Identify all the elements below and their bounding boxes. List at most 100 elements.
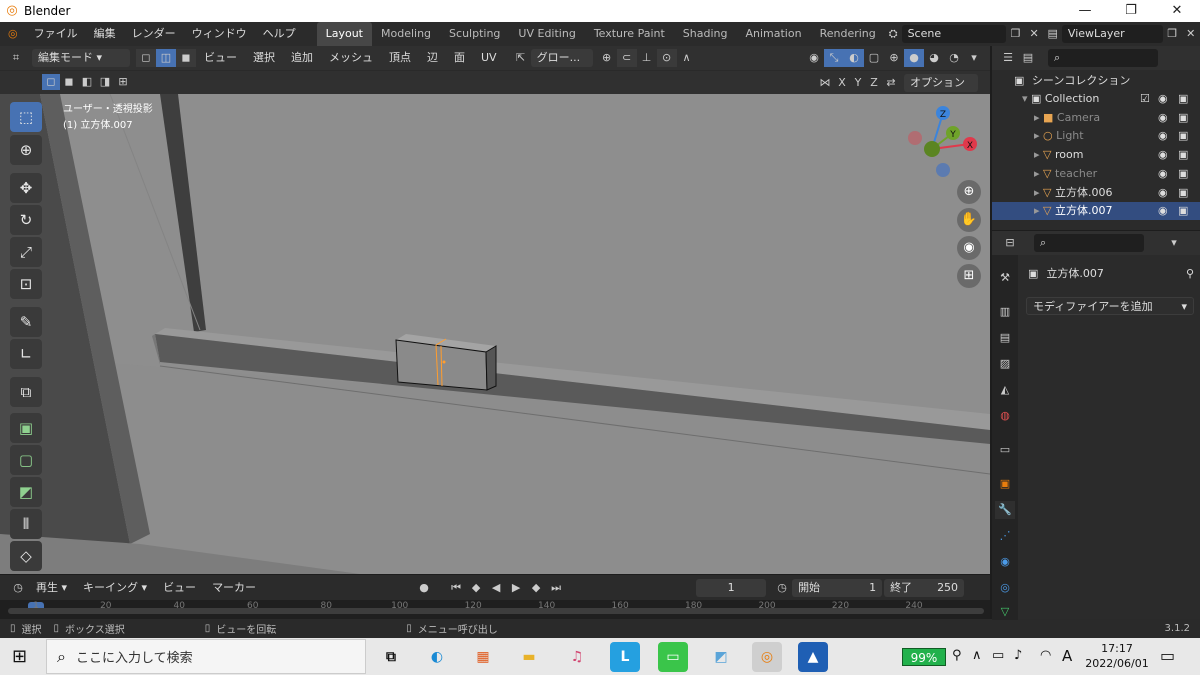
pin-icon[interactable]: ⚲: [1186, 267, 1194, 280]
data-tab-icon[interactable]: ▽: [995, 603, 1015, 621]
jump-start-icon[interactable]: ⏮: [446, 579, 466, 597]
auto-merge-icon[interactable]: ⇄: [882, 74, 900, 92]
expand-chevron-icon[interactable]: ▸: [1034, 167, 1043, 180]
modifier-tab-icon[interactable]: 🔧: [995, 501, 1015, 519]
tab-layout[interactable]: Layout: [316, 22, 372, 46]
restore-button[interactable]: ❐: [1108, 0, 1154, 22]
start-frame-field[interactable]: 開始 1: [792, 578, 883, 597]
tray-battery-icon[interactable]: ▭: [992, 648, 1004, 663]
render-tab-icon[interactable]: ▥: [995, 303, 1015, 321]
menu-view[interactable]: ビュー: [196, 46, 245, 70]
face-select-icon[interactable]: ◼: [176, 49, 196, 67]
close-window-button[interactable]: ✕: [1154, 0, 1200, 22]
object-tab-icon[interactable]: ▣: [995, 475, 1015, 493]
outliner-row[interactable]: ▸ ▽ teacher ◉ ▣: [992, 165, 1200, 183]
snap-target-icon[interactable]: ⊥: [637, 49, 657, 67]
move-tool-icon[interactable]: ✥: [10, 173, 42, 203]
view-layer-tab-icon[interactable]: ▨: [995, 355, 1015, 373]
knife-tool-icon[interactable]: ◇: [10, 541, 42, 571]
select-box-tool-icon[interactable]: ⬚: [10, 102, 42, 132]
menu-mesh[interactable]: メッシュ: [321, 46, 381, 70]
next-key-icon[interactable]: ◆: [526, 579, 546, 597]
zoom-icon[interactable]: ⊕: [957, 180, 981, 204]
world-tab-icon[interactable]: ◍: [995, 407, 1015, 425]
app-l-icon[interactable]: L: [610, 642, 640, 672]
solid-shading-icon[interactable]: ●: [904, 49, 924, 67]
expand-chevron-icon[interactable]: ▸: [1034, 111, 1043, 124]
taskbar-clock[interactable]: 17:17 2022/06/01: [1082, 641, 1152, 671]
loop-cut-tool-icon[interactable]: ⫴: [10, 509, 42, 539]
tab-texture-paint[interactable]: Texture Paint: [585, 22, 674, 46]
render-camera-icon[interactable]: ▣: [1178, 109, 1188, 127]
display-mode-icon[interactable]: ▤: [1018, 49, 1038, 67]
ms-store-icon[interactable]: ▦: [468, 642, 498, 672]
shading-options-icon[interactable]: ▾: [964, 49, 984, 67]
scene-selector-icon[interactable]: ⛭: [885, 22, 902, 46]
scene-collection-row[interactable]: ▣ シーンコレクション: [992, 72, 1200, 90]
notification-icon[interactable]: ▭: [1160, 646, 1175, 665]
tray-volume-icon[interactable]: ♪: [1014, 648, 1022, 663]
physics-tab-icon[interactable]: ◉: [995, 553, 1015, 571]
menu-keying[interactable]: キーイング ▾: [75, 576, 155, 600]
view-layer-field[interactable]: ViewLayer: [1061, 25, 1163, 43]
play-reverse-icon[interactable]: ◀: [486, 579, 506, 597]
select-invert-icon[interactable]: ◨: [96, 74, 114, 90]
bevel-tool-icon[interactable]: ◩: [10, 477, 42, 507]
render-camera-icon[interactable]: ▣: [1178, 146, 1188, 164]
render-shading-icon[interactable]: ◔: [944, 49, 964, 67]
menu-uv[interactable]: UV: [473, 46, 505, 70]
transform-tool-icon[interactable]: ⊡: [10, 269, 42, 299]
mode-selector[interactable]: 編集モード ▾: [32, 49, 130, 67]
tool-tab-icon[interactable]: ⚒: [995, 269, 1015, 287]
tab-uv-editing[interactable]: UV Editing: [509, 22, 584, 46]
menu-file[interactable]: ファイル: [26, 22, 86, 46]
prev-key-icon[interactable]: ◆: [466, 579, 486, 597]
transform-orientation-field[interactable]: グロー...: [530, 49, 593, 67]
blender-menu-icon[interactable]: ◎: [0, 22, 26, 46]
visibility-eye-icon[interactable]: ◉: [1158, 202, 1168, 220]
scene-copy-icon[interactable]: ❐: [1006, 25, 1025, 43]
render-camera-icon[interactable]: ▣: [1178, 184, 1188, 202]
scale-tool-icon[interactable]: ⤢: [10, 237, 42, 267]
visibility-eye-icon[interactable]: ◉: [1158, 165, 1168, 183]
view-layer-icon[interactable]: ▤: [1043, 25, 1062, 43]
menu-timeline-view[interactable]: ビュー: [155, 576, 204, 600]
particles-tab-icon[interactable]: ⋰: [995, 527, 1015, 545]
outliner-row[interactable]: ▸ ■ Camera ◉ ▣: [992, 109, 1200, 127]
visibility-eye-icon[interactable]: ◉: [1158, 184, 1168, 202]
view-layer-remove-icon[interactable]: ✕: [1181, 25, 1200, 43]
tab-modeling[interactable]: Modeling: [372, 22, 440, 46]
visibility-eye-icon[interactable]: ◉: [1158, 109, 1168, 127]
taskbar-search-box[interactable]: ⌕ ここに入力して検索: [46, 639, 366, 674]
properties-menu-icon[interactable]: ▾: [1164, 234, 1184, 252]
transform-orientation-icon[interactable]: ⇱: [511, 49, 531, 67]
properties-editor-icon[interactable]: ⊟: [1000, 234, 1020, 252]
timeline-editor-icon[interactable]: ◷: [8, 579, 28, 597]
menu-window[interactable]: ウィンドウ: [184, 22, 255, 46]
outliner-row[interactable]: ▸ ○ Light ◉ ▣: [992, 127, 1200, 145]
expand-chevron-icon[interactable]: ▸: [1034, 148, 1043, 161]
gizmo-icon[interactable]: ⤡: [824, 49, 844, 67]
outliner-row[interactable]: ▾ ▣ Collection ◉ ▣ ☑: [992, 90, 1200, 108]
notepad-icon[interactable]: ◩: [706, 642, 736, 672]
options-dropdown[interactable]: オプション ▾: [904, 74, 978, 107]
mirror-y-toggle[interactable]: Y: [850, 74, 866, 92]
menu-help[interactable]: ヘルプ: [255, 22, 304, 46]
visibility-eye-icon[interactable]: ◉: [1158, 146, 1168, 164]
camera-view-icon[interactable]: ◉: [957, 236, 981, 260]
scene-tab-icon[interactable]: ◭: [995, 381, 1015, 399]
expand-chevron-icon[interactable]: ▾: [1022, 92, 1031, 105]
add-cube-tool-icon[interactable]: ⧉: [10, 377, 42, 407]
itunes-icon[interactable]: ♫: [562, 642, 592, 672]
file-explorer-icon[interactable]: ▬: [514, 642, 544, 672]
visibility-eye-icon[interactable]: ◉: [1158, 90, 1168, 108]
mirror-x-toggle[interactable]: X: [834, 74, 850, 92]
blender-taskbar-icon[interactable]: ◎: [752, 642, 782, 672]
material-shading-icon[interactable]: ◕: [924, 49, 944, 67]
falloff-icon[interactable]: ∧: [677, 49, 697, 67]
xray-icon[interactable]: ▢: [864, 49, 884, 67]
scene-remove-icon[interactable]: ✕: [1025, 25, 1044, 43]
pivot-icon[interactable]: ⊕: [597, 49, 617, 67]
menu-render[interactable]: レンダー: [124, 22, 184, 46]
battery-indicator[interactable]: 99%: [902, 648, 946, 666]
